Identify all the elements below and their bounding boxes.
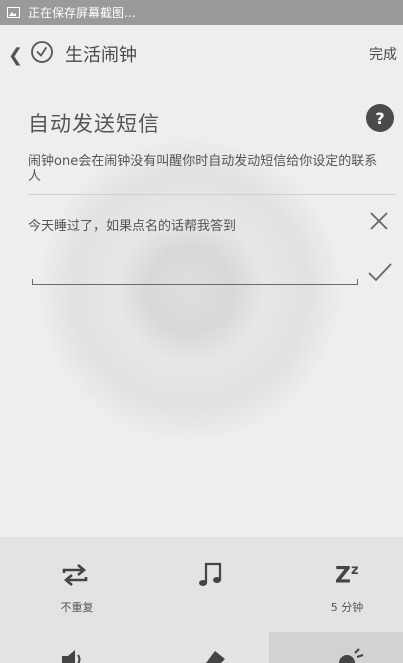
snooze-label: 5 分钟 [330,601,364,614]
close-icon[interactable] [368,210,390,236]
bottom-toolbar: 不重复 Zz 5 分钟 [0,537,403,663]
status-text: 正在保存屏幕截图... [28,6,136,20]
help-button[interactable]: ? [366,104,394,132]
repeat-button[interactable]: 不重复 [10,537,144,627]
snooze-symbol: Z [335,563,351,589]
description-text: 闹钟one会在闹钟没有叫醒你时自动发动短信给你设定的联系人 [28,154,378,184]
done-button[interactable]: 完成 [369,44,397,64]
volume-button[interactable] [0,632,134,663]
repeat-icon [62,564,88,586]
question-icon: ? [375,108,385,128]
background-decoration [40,140,340,440]
message-input[interactable] [32,279,358,285]
clock-icon [30,40,54,68]
section-title: 自动发送短信 [28,112,160,136]
music-button[interactable] [145,537,279,627]
divider [28,194,396,195]
snooze-button[interactable]: Zz 5 分钟 [280,537,403,627]
light-icon [339,648,364,663]
status-bar: 正在保存屏幕截图... [0,0,403,25]
snooze-icon: Zz [335,563,359,588]
volume-icon [62,650,81,663]
light-button[interactable] [269,632,403,663]
page-title: 生活闹钟 [65,45,137,66]
tag-button[interactable] [134,632,268,663]
snooze-sup: z [350,563,359,578]
tag-icon [206,651,225,663]
check-icon[interactable] [366,260,394,288]
header: ❮ 生活闹钟 完成 [0,25,403,80]
music-note-icon [199,562,222,586]
chevron-left-icon[interactable]: ❮ [8,45,23,66]
repeat-label: 不重复 [60,601,94,614]
message-text: 今天睡过了，如果点名的话帮我答到 [28,219,237,234]
screenshot-icon [7,7,20,18]
